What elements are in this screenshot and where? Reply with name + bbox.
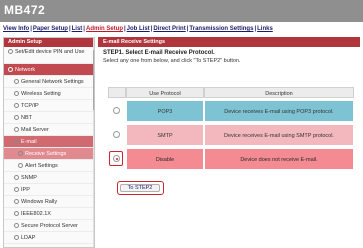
step-description: Select any one from below, and click "To… [103, 58, 241, 64]
sidebar-item-wireless[interactable]: Wireless Setting [4, 88, 94, 100]
sidebar-item-label: SNMP [21, 175, 37, 181]
nav-admin-setup[interactable]: Admin Setup [86, 26, 123, 32]
sidebar-item-label: Set/Edit device PIN and Use [15, 49, 85, 55]
sidebar-item-email[interactable]: E-mail [4, 136, 94, 148]
circle-icon [14, 235, 19, 240]
nav-transmission-settings[interactable]: Transmission Settings [189, 26, 253, 32]
sidebar-item-label: Network [15, 67, 36, 73]
nav-direct-print[interactable]: Direct Print [153, 26, 185, 32]
header-description: Description [204, 87, 354, 98]
table-row-smtp[interactable]: SMTP Device receives E-mail using SMTP p… [108, 124, 354, 146]
nav-separator: | [123, 26, 126, 32]
sidebar-item-label: Wireless Setting [21, 91, 61, 97]
sidebar-item-secure-protocol[interactable]: Secure Protocol Server [4, 220, 94, 232]
circle-icon [14, 103, 19, 108]
top-navigation: View Info|Paper Setup|List|Admin Setup|J… [3, 26, 361, 36]
header-radio-cell [108, 87, 126, 98]
circle-icon [18, 163, 23, 168]
description-cell: Device receives E-mail using SMTP protoc… [204, 124, 354, 146]
sidebar-item-label: Receive Settings [25, 151, 67, 157]
nav-links[interactable]: Links [257, 26, 273, 32]
radio-pop3[interactable] [113, 107, 120, 114]
sidebar-item-mail-server[interactable]: Mail Server [4, 124, 94, 136]
radio-cell [108, 148, 126, 170]
sidebar-item-label: Secure Protocol Server [21, 223, 78, 229]
sidebar-item-label: TCP/IP [21, 103, 39, 109]
header-use-protocol: Use Protocol [126, 87, 204, 98]
radio-disable[interactable] [113, 155, 120, 162]
main-content: E-mail Receive Settings STEP1. Select E-… [98, 37, 360, 248]
sidebar-item-ieee8021x[interactable]: IEEE802.1X [4, 208, 94, 220]
sidebar-item-label: General Network Settings [21, 79, 84, 85]
protocol-cell: Disable [126, 148, 204, 170]
circle-icon [14, 175, 19, 180]
nav-view-info[interactable]: View Info [3, 26, 29, 32]
nav-list[interactable]: List [72, 26, 83, 32]
sidebar-item-alert-settings[interactable]: Alert Settings [4, 160, 94, 172]
sidebar-item-label: LDAP [21, 235, 36, 241]
circle-icon [14, 139, 19, 144]
sidebar-header: Admin Setup [4, 38, 94, 47]
protocol-cell: SMTP [126, 124, 204, 146]
sidebar-scrollbar[interactable] [93, 38, 94, 247]
sidebar-scroll-thumb[interactable] [93, 50, 94, 110]
sidebar-item-network[interactable]: Network [4, 64, 94, 76]
description-cell: Device does not receive E-mail. [204, 148, 354, 170]
circle-icon [8, 67, 13, 72]
radio-cell [108, 100, 126, 122]
step-title: STEP1. Select E-mail Receive Protocol. [103, 50, 215, 56]
sidebar-item-nbt[interactable]: NBT [4, 112, 94, 124]
sidebar-item-ipp[interactable]: IPP [4, 184, 94, 196]
to-step2-button[interactable]: To STEP2 [120, 184, 160, 192]
panel-title: E-mail Receive Settings [98, 37, 360, 47]
circle-icon [14, 115, 19, 120]
sidebar-item-general-network[interactable]: General Network Settings [4, 76, 94, 88]
circle-icon [14, 187, 19, 192]
circle-icon [14, 79, 19, 84]
circle-icon [14, 199, 19, 204]
protocol-cell: POP3 [126, 100, 204, 122]
sidebar-item-tcpip[interactable]: TCP/IP [4, 100, 94, 112]
nav-job-list[interactable]: Job List [127, 26, 150, 32]
sidebar-item-label: Alert Settings [25, 163, 58, 169]
circle-icon [8, 49, 13, 54]
sidebar-item-device-pin[interactable]: Set/Edit device PIN and Use [4, 47, 94, 64]
table-row-pop3[interactable]: POP3 Device receives E-mail using POP3 p… [108, 100, 354, 122]
sidebar-item-label: IEEE802.1X [21, 211, 51, 217]
sidebar-item-label: Mail Server [21, 127, 49, 133]
nav-separator: | [254, 26, 257, 32]
circle-icon [14, 127, 19, 132]
protocol-table: Use Protocol Description POP3 Device rec… [108, 87, 354, 170]
header-banner: MB472 [0, 0, 363, 22]
nav-separator: | [30, 26, 32, 32]
sidebar-item-windows-rally[interactable]: Windows Rally [4, 196, 94, 208]
device-model-title: MB472 [4, 3, 46, 17]
nav-paper-setup[interactable]: Paper Setup [33, 26, 68, 32]
sidebar: Admin Setup Set/Edit device PIN and Use … [3, 37, 95, 248]
table-row-disable[interactable]: Disable Device does not receive E-mail. [108, 148, 354, 170]
sidebar-item-ldap[interactable]: LDAP [4, 232, 94, 244]
sidebar-item-label: IPP [21, 187, 30, 193]
circle-icon [18, 151, 23, 156]
circle-icon [14, 91, 19, 96]
nav-separator: | [68, 26, 71, 32]
sidebar-item-receive-settings[interactable]: Receive Settings [4, 148, 94, 160]
description-cell: Device receives E-mail using POP3 protoc… [204, 100, 354, 122]
sidebar-item-label: Windows Rally [21, 199, 58, 205]
nav-separator: | [83, 26, 85, 32]
sidebar-item-label: NBT [21, 115, 32, 121]
radio-cell [108, 124, 126, 146]
sidebar-item-label: E-mail [21, 139, 37, 145]
sidebar-item-snmp[interactable]: SNMP [4, 172, 94, 184]
table-header-row: Use Protocol Description [108, 87, 354, 98]
button-highlight: To STEP2 [117, 181, 164, 195]
circle-icon [14, 211, 19, 216]
circle-icon [14, 223, 19, 228]
radio-smtp[interactable] [113, 131, 120, 138]
